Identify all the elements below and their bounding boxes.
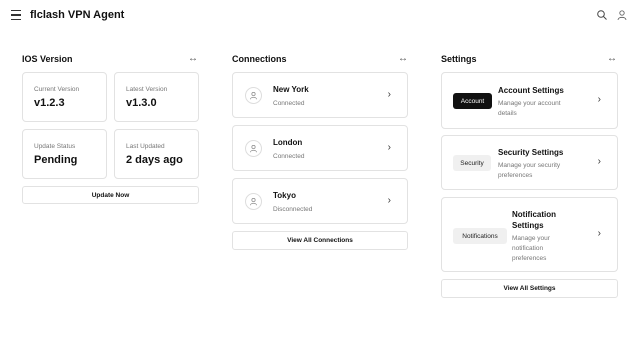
last-updated-label: Last Updated bbox=[126, 143, 165, 150]
user-icon[interactable] bbox=[616, 9, 628, 21]
settings-title: Settings bbox=[441, 54, 477, 64]
current-version-label: Current Version bbox=[34, 86, 80, 93]
account-settings-title: Account Settings bbox=[498, 86, 564, 95]
settings-item-account[interactable]: Account Account Settings Manage your acc… bbox=[441, 72, 618, 129]
settings-panel: Settings ↔ bbox=[441, 53, 617, 67]
notifications-badge: Notifications bbox=[453, 228, 507, 244]
ios-version-title: IOS Version bbox=[22, 54, 73, 64]
chevron-right-icon: › bbox=[387, 89, 391, 100]
update-now-button[interactable]: Update Now bbox=[22, 186, 199, 204]
chevron-right-icon: › bbox=[597, 94, 601, 105]
view-all-settings-button[interactable]: View All Settings bbox=[441, 279, 618, 298]
chevron-right-icon: › bbox=[597, 156, 601, 167]
connections-title: Connections bbox=[232, 54, 287, 64]
connections-panel: Connections ↔ bbox=[232, 53, 408, 67]
connection-name: London bbox=[273, 138, 303, 147]
last-updated-card: Last Updated 2 days ago bbox=[114, 129, 199, 179]
expand-icon[interactable]: ↔ bbox=[188, 53, 198, 64]
app-title: flclash VPN Agent bbox=[30, 9, 125, 21]
chevron-right-icon: › bbox=[387, 142, 391, 153]
hamburger-menu-icon[interactable] bbox=[11, 10, 21, 20]
connection-status: Connected bbox=[273, 153, 305, 160]
current-version-card: Current Version v1.2.3 bbox=[22, 72, 107, 122]
current-version-value: v1.2.3 bbox=[34, 97, 65, 109]
settings-item-security[interactable]: Security Security Settings Manage your s… bbox=[441, 135, 618, 190]
chevron-right-icon: › bbox=[597, 228, 601, 239]
notification-settings-desc: Manage your notification preferences bbox=[512, 235, 550, 262]
settings-item-notifications[interactable]: Notifications Notification Settings Mana… bbox=[441, 197, 618, 272]
connection-item-tokyo[interactable]: Tokyo Disconnected › bbox=[232, 178, 408, 224]
ios-version-panel: IOS Version ↔ bbox=[22, 53, 198, 67]
view-all-connections-button[interactable]: View All Connections bbox=[232, 231, 408, 250]
notification-settings-title: Notification Settings bbox=[512, 210, 556, 230]
latest-version-label: Latest Version bbox=[126, 86, 168, 93]
connection-status: Connected bbox=[273, 100, 305, 107]
connection-item-new-york[interactable]: New York Connected › bbox=[232, 72, 408, 118]
last-updated-value: 2 days ago bbox=[126, 154, 183, 166]
security-settings-title: Security Settings bbox=[498, 148, 564, 157]
security-settings-desc: Manage your security preferences bbox=[498, 162, 561, 179]
app-header: flclash VPN Agent bbox=[0, 0, 640, 32]
update-status-label: Update Status bbox=[34, 143, 76, 150]
user-avatar-icon bbox=[245, 193, 262, 210]
latest-version-card: Latest Version v1.3.0 bbox=[114, 72, 199, 122]
expand-icon[interactable]: ↔ bbox=[398, 53, 408, 64]
latest-version-value: v1.3.0 bbox=[126, 97, 157, 109]
connection-name: New York bbox=[273, 85, 309, 94]
connection-status: Disconnected bbox=[273, 206, 313, 213]
security-badge: Security bbox=[453, 155, 491, 171]
connection-item-london[interactable]: London Connected › bbox=[232, 125, 408, 171]
update-status-value: Pending bbox=[34, 154, 78, 166]
connection-name: Tokyo bbox=[273, 191, 296, 200]
user-avatar-icon bbox=[245, 140, 262, 157]
account-settings-desc: Manage your account details bbox=[498, 100, 561, 117]
expand-icon[interactable]: ↔ bbox=[607, 53, 617, 64]
user-avatar-icon bbox=[245, 87, 262, 104]
account-badge: Account bbox=[453, 93, 492, 109]
update-status-card: Update Status Pending bbox=[22, 129, 107, 179]
chevron-right-icon: › bbox=[387, 195, 391, 206]
search-icon[interactable] bbox=[596, 9, 608, 21]
